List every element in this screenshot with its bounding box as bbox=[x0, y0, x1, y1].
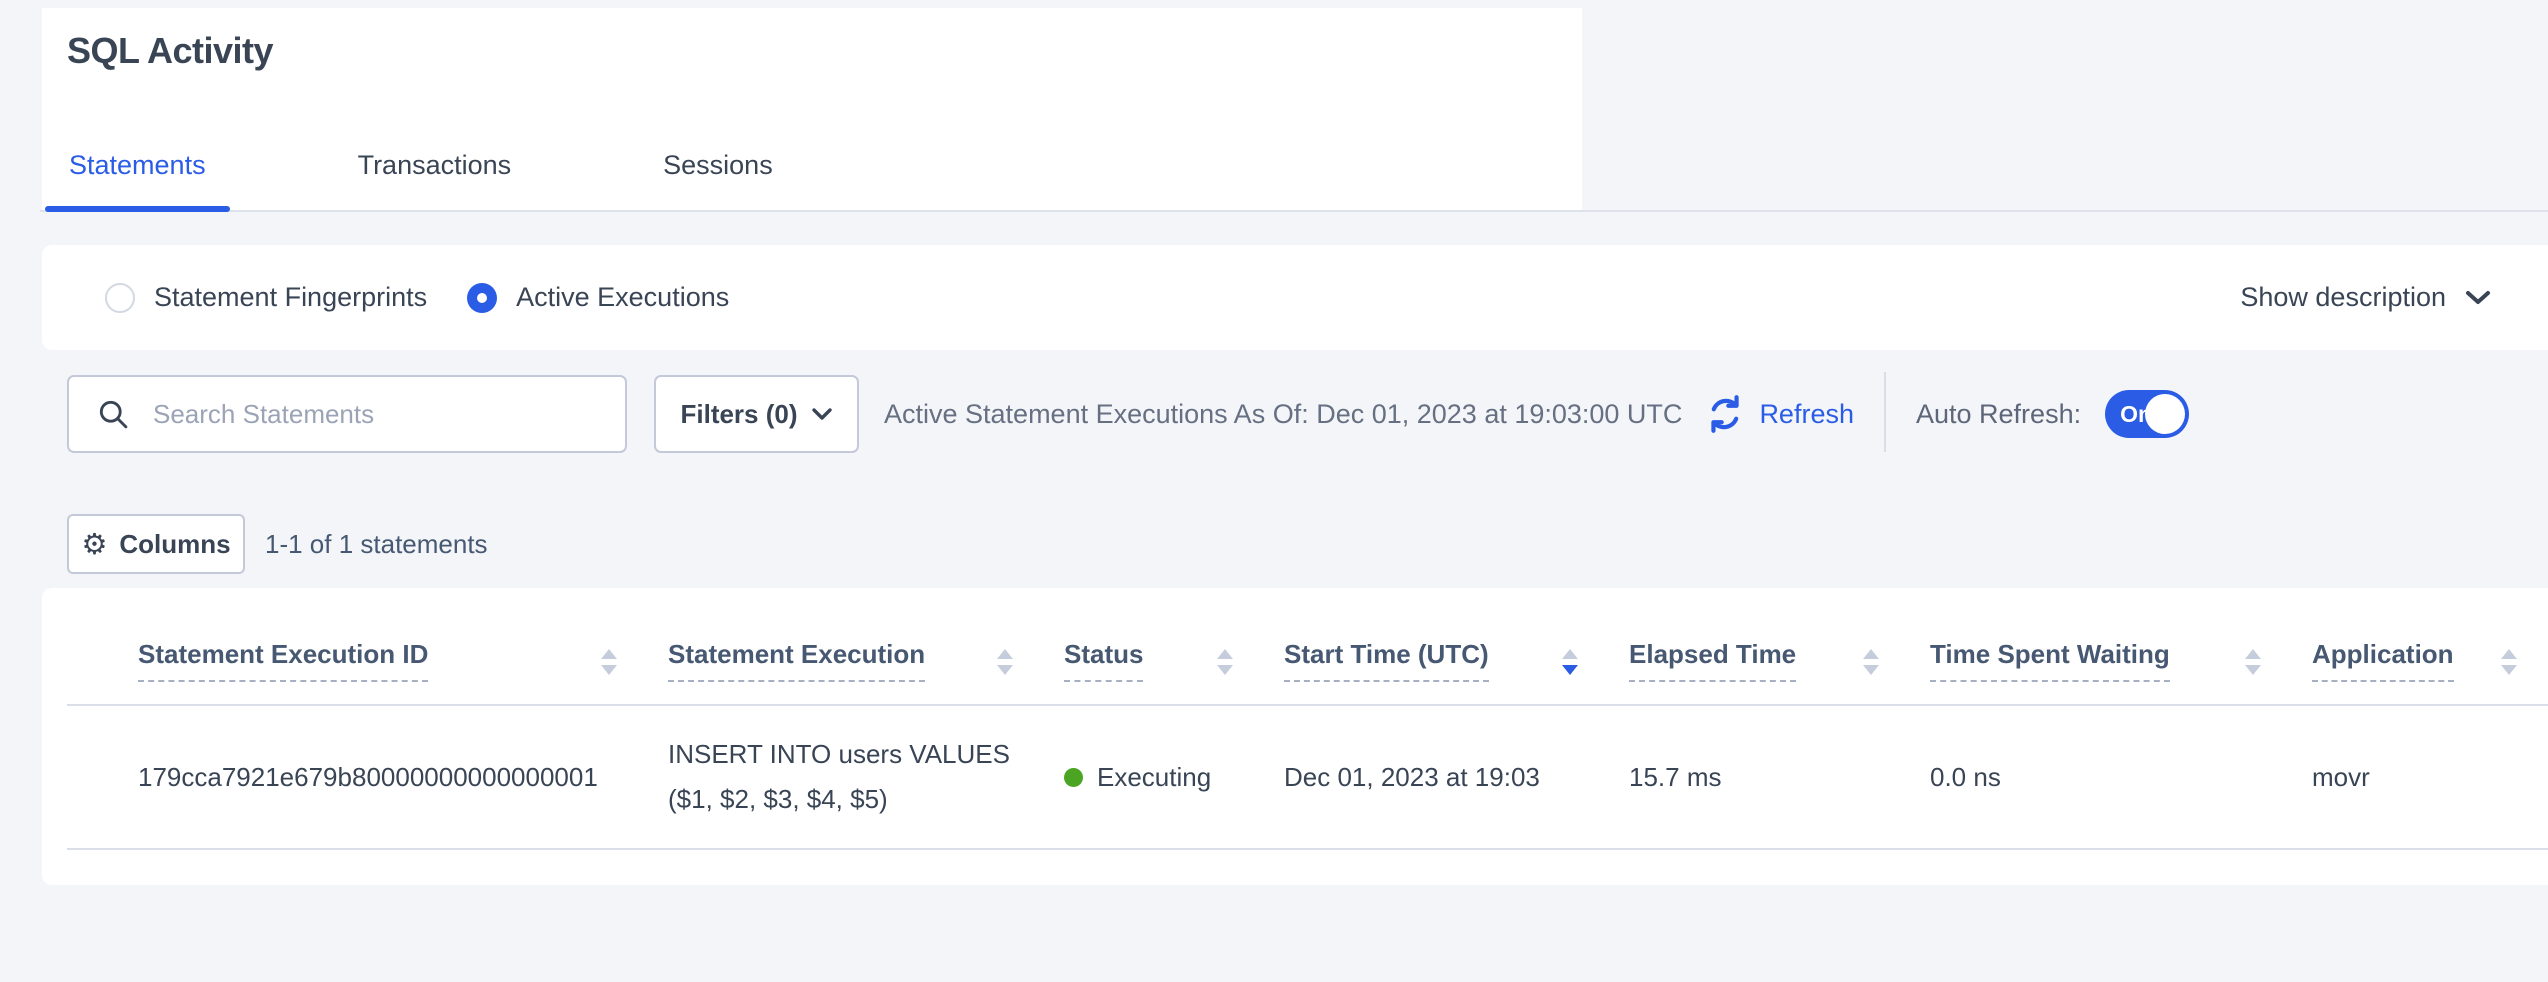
sort-icon[interactable] bbox=[1216, 648, 1234, 676]
auto-refresh-group: Auto Refresh: On bbox=[1916, 375, 2189, 453]
table-header-row: Statement Execution ID Statement Executi… bbox=[67, 588, 2548, 706]
sort-icon[interactable] bbox=[2244, 648, 2262, 676]
column-header-label: Start Time (UTC) bbox=[1284, 639, 1489, 682]
filters-button[interactable]: Filters (0) bbox=[654, 375, 859, 453]
cell-execution-id[interactable]: 179cca7921e679b80000000000000001 bbox=[67, 762, 648, 793]
table-row[interactable]: 179cca7921e679b80000000000000001 INSERT … bbox=[67, 706, 2548, 850]
table-controls: ⚙ Columns 1-1 of 1 statements bbox=[67, 514, 488, 574]
columns-button[interactable]: ⚙ Columns bbox=[67, 514, 245, 574]
cell-statement[interactable]: INSERT INTO users VALUES ($1, $2, $3, $4… bbox=[648, 732, 1044, 822]
gear-icon: ⚙ bbox=[81, 530, 107, 559]
auto-refresh-toggle[interactable]: On bbox=[2105, 390, 2189, 438]
as-of-timestamp: Active Statement Executions As Of: Dec 0… bbox=[884, 399, 1682, 430]
column-header-time-spent-waiting[interactable]: Time Spent Waiting bbox=[1910, 639, 2292, 704]
column-header-elapsed-time[interactable]: Elapsed Time bbox=[1609, 639, 1910, 704]
column-header-label: Elapsed Time bbox=[1629, 639, 1796, 682]
page-title: SQL Activity bbox=[67, 30, 273, 72]
statement-line-1: INSERT INTO users VALUES bbox=[668, 732, 1044, 777]
results-count: 1-1 of 1 statements bbox=[265, 529, 488, 560]
radio-selected-icon[interactable] bbox=[467, 283, 497, 313]
radio-statement-fingerprints[interactable]: Statement Fingerprints bbox=[105, 282, 427, 313]
column-header-label: Application bbox=[2312, 639, 2454, 682]
auto-refresh-label: Auto Refresh: bbox=[1916, 399, 2081, 430]
tabbar: Statements Transactions Sessions bbox=[45, 150, 901, 211]
cell-elapsed-time: 15.7 ms bbox=[1609, 762, 1910, 793]
chevron-down-icon bbox=[2464, 289, 2492, 306]
refresh-label: Refresh bbox=[1759, 399, 1854, 430]
column-header-application[interactable]: Application bbox=[2292, 639, 2548, 704]
search-icon bbox=[95, 396, 131, 432]
tab-statements[interactable]: Statements bbox=[45, 150, 230, 211]
search-box[interactable] bbox=[67, 375, 627, 453]
show-description-toggle[interactable]: Show description bbox=[2240, 245, 2492, 350]
column-header-label: Statement Execution bbox=[668, 639, 925, 682]
toggle-knob[interactable] bbox=[2145, 394, 2185, 434]
column-header-label: Time Spent Waiting bbox=[1930, 639, 2170, 682]
search-input[interactable] bbox=[151, 398, 585, 431]
column-header-statement-execution-id[interactable]: Statement Execution ID bbox=[67, 639, 648, 704]
radio-label: Active Executions bbox=[516, 282, 729, 313]
chevron-down-icon bbox=[811, 407, 833, 421]
column-header-statement-execution[interactable]: Statement Execution bbox=[648, 639, 1044, 704]
sort-icon[interactable] bbox=[996, 648, 1014, 676]
column-header-start-time[interactable]: Start Time (UTC) bbox=[1264, 639, 1609, 704]
column-header-status[interactable]: Status bbox=[1044, 639, 1264, 704]
column-header-label: Status bbox=[1064, 639, 1143, 682]
filters-label: Filters (0) bbox=[680, 399, 797, 430]
radio-unselected-icon[interactable] bbox=[105, 283, 135, 313]
sort-icon[interactable] bbox=[1862, 648, 1880, 676]
refresh-button[interactable]: Refresh bbox=[1704, 393, 1854, 435]
status-dot-icon bbox=[1064, 768, 1083, 787]
statements-table: Statement Execution ID Statement Executi… bbox=[42, 588, 2548, 885]
radio-active-executions[interactable]: Active Executions bbox=[467, 282, 729, 313]
cell-application: movr bbox=[2292, 762, 2548, 793]
status-label: Executing bbox=[1097, 762, 1211, 793]
tab-sessions[interactable]: Sessions bbox=[639, 150, 797, 211]
statement-line-2: ($1, $2, $3, $4, $5) bbox=[668, 777, 1044, 822]
radio-label: Statement Fingerprints bbox=[154, 282, 427, 313]
tab-transactions[interactable]: Transactions bbox=[334, 150, 536, 211]
sort-icon[interactable] bbox=[2500, 648, 2518, 676]
cell-status: Executing bbox=[1044, 762, 1264, 793]
sql-activity-page: SQL Activity Statements Transactions Ses… bbox=[0, 0, 2548, 982]
columns-label: Columns bbox=[119, 529, 230, 560]
cell-time-spent-waiting: 0.0 ns bbox=[1910, 762, 2292, 793]
cell-start-time: Dec 01, 2023 at 19:03 bbox=[1264, 762, 1609, 793]
view-mode-card: Statement Fingerprints Active Executions… bbox=[42, 245, 2548, 350]
sort-icon[interactable] bbox=[600, 648, 618, 676]
refresh-icon bbox=[1704, 393, 1746, 435]
sort-icon-active-desc[interactable] bbox=[1561, 648, 1579, 676]
toolbar-divider bbox=[1884, 372, 1886, 452]
show-description-label: Show description bbox=[2240, 282, 2446, 313]
column-header-label: Statement Execution ID bbox=[138, 639, 428, 682]
